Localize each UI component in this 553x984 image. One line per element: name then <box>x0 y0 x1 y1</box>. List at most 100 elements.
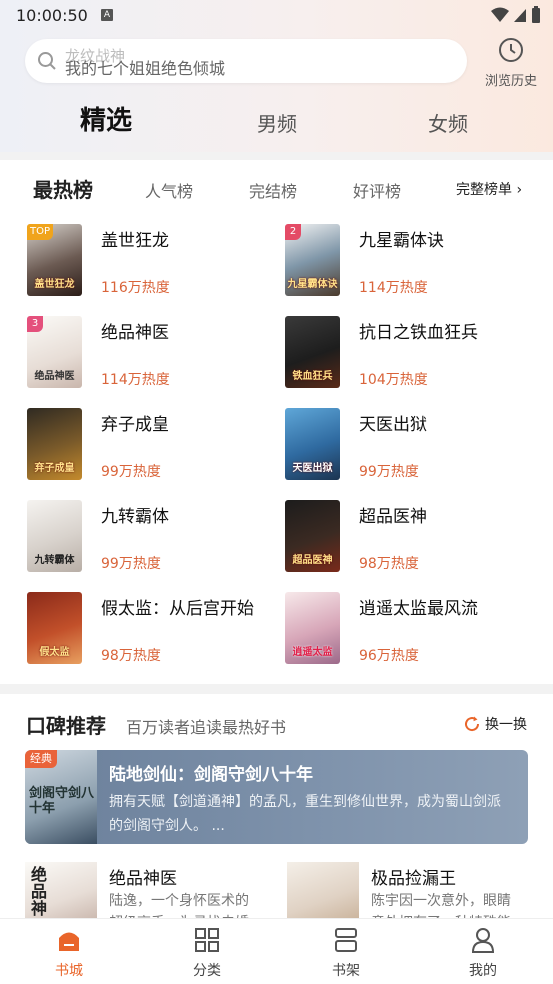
featured-book[interactable]: 剑阁守剑八十年 经典 陆地剑仙：剑阁守剑八十年 拥有天赋【剑道通神】的孟凡，重生… <box>25 750 528 844</box>
tab-male[interactable]: 男频 <box>257 108 297 137</box>
book-cover: 弃子成皇 <box>27 408 82 480</box>
wifi-icon <box>491 7 509 22</box>
notification-icon: A <box>101 9 113 21</box>
ranking-book[interactable]: 2 九星霸体诀 九星霸体诀 114万热度 <box>285 224 535 300</box>
book-title: 九转霸体 <box>101 507 169 527</box>
book-heat: 99万热度 <box>359 464 419 480</box>
ranking-tab-popular[interactable]: 人气榜 <box>145 178 193 202</box>
tab-female[interactable]: 女频 <box>428 108 468 137</box>
recommend-title: 口碑推荐 <box>26 714 106 738</box>
featured-cover-title: 剑阁守剑八十年 <box>29 786 95 816</box>
full-ranking-link[interactable]: 完整榜单 › <box>456 179 522 199</box>
status-time: 10:00:50 <box>16 6 88 25</box>
nav-bookshelf[interactable]: 书架 <box>306 927 386 980</box>
tab-featured[interactable]: 精选 <box>80 100 132 137</box>
ranking-book[interactable]: TOP 盖世狂龙 盖世狂龙 116万热度 <box>27 224 277 300</box>
recommend-header: 口碑推荐 百万读者追读最热好书 <box>26 710 286 739</box>
book-cover: 超品医神 <box>285 500 340 572</box>
cover-title: 逍遥太监 <box>292 647 333 658</box>
featured-title: 陆地剑仙：剑阁守剑八十年 <box>109 765 313 785</box>
book-cover: 假太监 <box>27 592 82 664</box>
featured-description: 拥有天赋【剑道通神】的孟凡，重生到修仙世界，成为蜀山剑派的剑阁守剑人。 ... <box>109 794 501 834</box>
book-description: 陈宇因一次意外，眼睛意外拥有了一种特殊能力 <box>371 893 511 918</box>
book-heat: 114万热度 <box>101 372 170 388</box>
system-icons <box>491 6 541 24</box>
book-cover: 天医出狱 <box>285 408 340 480</box>
book-cover: 逍遥太监 <box>285 592 340 664</box>
ranking-book[interactable]: 逍遥太监 逍遥太监最风流 96万热度 <box>285 592 535 668</box>
book-cover: TOP 盖世狂龙 <box>27 224 82 296</box>
nav-label: 分类 <box>193 963 221 979</box>
book-title: 逍遥太监最风流 <box>359 599 478 619</box>
book-cover <box>287 862 359 918</box>
recommend-item[interactable]: 极品捡漏王 陈宇因一次意外，眼睛意外拥有了一种特殊能力 <box>287 862 527 918</box>
ranking-tab-hottest[interactable]: 最热榜 <box>33 174 93 203</box>
battery-icon <box>532 6 540 23</box>
nav-bookstore[interactable]: 书城 <box>29 927 109 980</box>
cover-title: 九星霸体诀 <box>287 279 338 290</box>
book-cover: 铁血狂兵 <box>285 316 340 388</box>
rank-badge: 2 <box>285 224 301 240</box>
book-heat: 116万热度 <box>101 280 170 296</box>
book-heat: 99万热度 <box>101 464 161 480</box>
ranking-tab-finished[interactable]: 完结榜 <box>249 178 297 202</box>
cover-title: 九转霸体 <box>34 555 75 566</box>
search-icon <box>38 52 56 70</box>
book-cover: 九转霸体 <box>27 500 82 572</box>
refresh-button[interactable]: 换一换 <box>463 714 527 734</box>
history-button[interactable]: 浏览历史 <box>480 36 542 89</box>
book-heat: 99万热度 <box>101 556 161 572</box>
bottom-nav: 书城 分类 书架 我的 <box>0 918 553 984</box>
book-title: 弃子成皇 <box>101 415 169 435</box>
book-title: 天医出狱 <box>359 415 427 435</box>
refresh-icon <box>465 716 480 732</box>
ranking-book[interactable]: 超品医神 超品医神 98万热度 <box>285 500 535 576</box>
book-heat: 104万热度 <box>359 372 428 388</box>
ranking-book[interactable]: 九转霸体 九转霸体 99万热度 <box>27 500 277 576</box>
book-description: 陆逸，一个身怀医术的超级高手，为寻找未婚 <box>109 893 249 918</box>
top-tabs: 精选 男频 女频 <box>0 100 553 144</box>
book-heat: 96万热度 <box>359 648 419 664</box>
ranking-tab-rated[interactable]: 好评榜 <box>353 178 401 202</box>
history-label: 浏览历史 <box>484 74 537 89</box>
ranking-book[interactable]: 弃子成皇 弃子成皇 99万热度 <box>27 408 277 484</box>
cover-title: 绝品神医 <box>34 371 75 382</box>
recommend-section: 口碑推荐 百万读者追读最热好书 换一换 剑阁守剑八十年 经典 陆地剑仙：剑阁守剑… <box>0 694 553 918</box>
book-title: 绝品神医 <box>109 869 177 889</box>
bookshelf-icon <box>335 928 357 952</box>
nav-category[interactable]: 分类 <box>167 927 247 980</box>
nav-label: 我的 <box>469 963 497 979</box>
book-cover: 2 九星霸体诀 <box>285 224 340 296</box>
book-heat: 98万热度 <box>359 556 419 572</box>
home-icon <box>59 932 79 951</box>
refresh-label: 换一换 <box>485 717 527 733</box>
recommend-item[interactable]: 绝品神医 绝品神医 陆逸，一个身怀医术的超级高手，为寻找未婚 <box>25 862 265 918</box>
ranking-section: 最热榜 人气榜 完结榜 好评榜 完整榜单 › TOP 盖世狂龙 盖世狂龙 116… <box>0 160 553 684</box>
status-bar: 10:00:50 A <box>0 0 553 32</box>
header: 10:00:50 A 龙纹战神 我的七个姐姐绝色倾城 浏览历史 精选 男频 女频 <box>0 0 553 152</box>
cover-title: 盖世狂龙 <box>34 279 75 290</box>
book-title: 抗日之铁血狂兵 <box>359 323 478 343</box>
book-cover: 绝品神医 <box>25 862 97 918</box>
book-cover: 3 绝品神医 <box>27 316 82 388</box>
book-title: 盖世狂龙 <box>101 231 169 251</box>
book-heat: 98万热度 <box>101 648 161 664</box>
rank-badge: TOP <box>27 224 53 240</box>
cover-title: 弃子成皇 <box>34 463 75 474</box>
ranking-book[interactable]: 天医出狱 天医出狱 99万热度 <box>285 408 535 484</box>
ranking-book[interactable]: 3 绝品神医 绝品神医 114万热度 <box>27 316 277 392</box>
book-title: 绝品神医 <box>101 323 169 343</box>
search-bar[interactable]: 龙纹战神 我的七个姐姐绝色倾城 <box>25 39 467 83</box>
user-icon <box>471 928 495 953</box>
book-title: 极品捡漏王 <box>371 869 456 889</box>
cover-title: 假太监 <box>39 647 70 658</box>
cover-title: 超品医神 <box>292 555 333 566</box>
book-heat: 114万热度 <box>359 280 428 296</box>
chevron-right-icon: › <box>516 182 523 198</box>
book-title: 假太监：从后宫开始 <box>101 599 254 619</box>
book-title: 九星霸体诀 <box>359 231 444 251</box>
ranking-book[interactable]: 假太监 假太监：从后宫开始 98万热度 <box>27 592 277 668</box>
ranking-book[interactable]: 铁血狂兵 抗日之铁血狂兵 104万热度 <box>285 316 535 392</box>
nav-profile[interactable]: 我的 <box>443 927 523 980</box>
grid-icon <box>195 928 219 952</box>
